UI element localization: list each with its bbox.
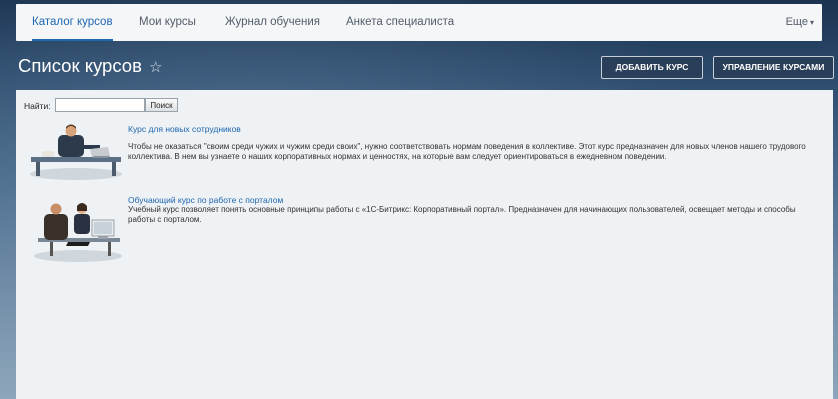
star-icon[interactable]: ☆	[149, 59, 162, 76]
more-label: Еще	[785, 16, 808, 28]
tab-label: Журнал обучения	[225, 16, 321, 28]
search-button[interactable]: Поиск	[145, 98, 178, 112]
manage-courses-button[interactable]: Управление курсами	[713, 56, 834, 79]
tab-label: Каталог курсов	[32, 16, 113, 28]
tab-specialist-questionnaire[interactable]: Анкета специалиста	[346, 4, 454, 41]
page-title: Список курсов ☆	[18, 55, 163, 77]
top-navigation: Каталог курсов Мои курсы Журнал обучения…	[16, 4, 822, 41]
course-image-portal-training[interactable]	[28, 198, 124, 262]
tab-label: Анкета специалиста	[346, 16, 455, 28]
course-title-link[interactable]: Курс для новых сотрудников	[128, 124, 241, 134]
tab-learning-journal[interactable]: Журнал обучения	[225, 4, 320, 41]
course-description: Чтобы не оказаться "своим среди чужих и …	[128, 142, 806, 161]
course-description: Учебный курс позволяет понять основные п…	[128, 205, 796, 224]
search-label: Найти:	[24, 101, 51, 111]
search-input[interactable]	[55, 98, 145, 112]
tab-my-courses[interactable]: Мои курсы	[139, 4, 196, 41]
course-list-panel: Найти: Поиск Курс для новых сотрудников …	[16, 90, 833, 399]
tab-label: Мои курсы	[139, 16, 196, 28]
page-title-text: Список курсов	[18, 55, 142, 76]
active-tab-underline	[32, 39, 113, 41]
more-menu[interactable]: Еще ▾	[786, 4, 814, 41]
course-image-new-employees[interactable]	[28, 123, 124, 181]
add-course-button[interactable]: Добавить курс	[601, 56, 703, 79]
chevron-down-icon: ▾	[809, 18, 814, 27]
course-title-link[interactable]: Обучающий курс по работе с порталом	[128, 195, 283, 205]
tab-course-catalog[interactable]: Каталог курсов	[32, 4, 113, 41]
